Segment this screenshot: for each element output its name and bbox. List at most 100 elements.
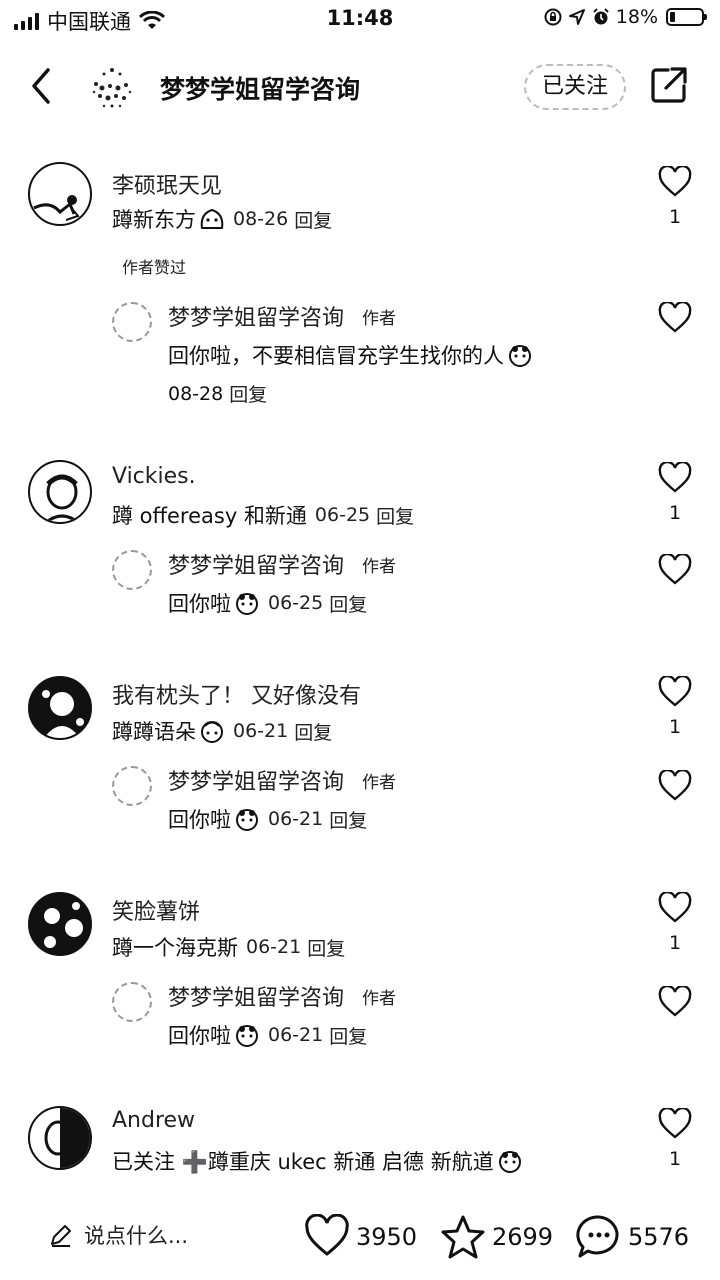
comment-date: 06-21 [246,936,302,958]
reply-username[interactable]: 梦梦学姐留学咨询 [168,548,344,580]
author-liked-badge: 作者赞过 [122,258,187,277]
avatar[interactable] [112,982,152,1022]
comment-username[interactable]: 笑脸薯饼 [112,894,200,926]
avatar[interactable] [28,676,92,740]
like-button[interactable]: 3950 [304,1214,417,1260]
like-icon[interactable] [658,676,692,708]
reply-date: 06-21 [268,1024,324,1046]
emoji-icon [498,1151,521,1173]
reply-header: 梦梦学姐留学咨询 作者 [168,548,396,580]
comment-username[interactable]: 我有枕头了！ 又好像没有 [112,678,361,710]
heart-icon [305,1214,349,1256]
reply-username[interactable]: 梦梦学姐留学咨询 [168,300,344,332]
reply-link[interactable]: 回复 [307,934,345,961]
emoji-icon [509,345,531,367]
battery-level [670,12,675,22]
battery-percent: 18% [615,6,658,28]
emoji-icon [236,809,258,831]
like-count-total: 3950 [356,1223,418,1251]
collect-count: 2699 [492,1223,554,1251]
reply-header: 梦梦学姐留学咨询 作者 [168,300,396,332]
status-bar: 中国联通 11:48 18% [0,0,720,38]
emoji-icon [200,208,224,229]
reply-link[interactable]: 回复 [329,590,367,617]
avatar[interactable] [28,1106,92,1170]
like-icon[interactable] [658,770,692,802]
comment-text: 蹲一个海克斯 06-21 回复 [112,932,345,962]
comment-text: 蹲新东方 08-26 回复 [112,204,332,234]
emoji-icon [201,721,223,743]
author-tag: 作者 [362,556,397,577]
author-tag: 作者 [362,772,397,793]
comment-input-placeholder: 说点什么... [84,1224,189,1248]
like-count: 1 [668,1148,682,1170]
author-tag: 作者 [362,988,397,1009]
share-icon[interactable] [650,66,688,104]
avatar[interactable] [28,892,92,956]
comment-date: 08-26 [233,208,289,230]
bottom-bar: 说点什么... 3950 2699 5576 [0,1200,720,1280]
avatar[interactable] [28,162,92,226]
like-icon[interactable] [658,166,692,198]
pencil-icon [51,1225,71,1247]
comment-bubble-icon [576,1215,619,1258]
like-icon[interactable] [658,986,692,1018]
comment-date: 06-21 [233,720,289,742]
reply-body: 回你啦 [168,808,231,832]
location-icon [568,9,585,25]
like-icon[interactable] [658,1108,692,1140]
follow-button[interactable]: 已关注 [524,64,626,110]
reply-text: 回你啦 06-21 回复 [168,804,367,834]
battery-icon [666,8,707,26]
like-icon[interactable] [658,554,692,586]
reply-username[interactable]: 梦梦学姐留学咨询 [168,980,344,1012]
reply-body: 回你啦 [168,592,231,616]
comment-text: 已关注 ➕蹲重庆 ukec 新通 启德 新航道 [112,1146,523,1176]
like-icon[interactable] [658,302,692,334]
emoji-icon [236,1025,258,1047]
collect-button[interactable]: 2699 [440,1214,553,1260]
emoji-icon [236,593,258,615]
reply-link[interactable]: 回复 [329,1022,367,1049]
header: 梦梦学姐留学咨询 已关注 [0,50,720,122]
avatar[interactable] [82,58,142,118]
comment-username[interactable]: 李硕珉天见 [112,168,222,200]
reply-text: 回你啦，不要相信冒充学生找你的人 [168,340,533,370]
reply-link[interactable]: 回复 [294,718,332,745]
like-count: 1 [668,716,682,738]
like-count: 1 [668,932,682,954]
reply-username[interactable]: 梦梦学姐留学咨询 [168,764,344,796]
reply-date: 06-21 [268,808,324,830]
avatar[interactable] [112,550,152,590]
reply-text: 回你啦 06-21 回复 [168,1020,367,1050]
reply-link[interactable]: 回复 [376,502,414,529]
status-right: 18% [544,6,707,28]
reply-header: 梦梦学姐留学咨询 作者 [168,764,396,796]
comment-count: 5576 [628,1223,690,1251]
like-icon[interactable] [658,892,692,924]
reply-link[interactable]: 回复 [294,206,332,233]
comment-username[interactable]: Andrew [112,1108,195,1133]
reply-text: 回你啦 06-25 回复 [168,588,367,618]
alarm-icon [593,8,609,25]
avatar[interactable] [112,766,152,806]
reply-link[interactable]: 回复 [229,380,267,407]
star-icon [441,1215,485,1259]
comment-body: 蹲新东方 [112,208,196,232]
back-icon[interactable] [26,64,56,108]
reply-date: 08-28 [168,382,224,405]
comment-body: 蹲一个海克斯 [112,936,238,960]
comment-body: 蹲蹲语朵 [112,720,196,744]
page-title: 梦梦学姐留学咨询 [160,75,361,104]
comment-button[interactable]: 5576 [576,1214,689,1260]
reply-body: 回你啦，不要相信冒充学生找你的人 [168,344,504,368]
reply-meta: 08-28 回复 [168,380,267,407]
comment-input[interactable]: 说点什么... [48,1220,188,1250]
avatar[interactable] [28,460,92,524]
avatar[interactable] [112,302,152,342]
comment-body: 已关注 ➕蹲重庆 ukec 新通 启德 新航道 [112,1150,494,1174]
like-count: 1 [668,206,682,228]
reply-link[interactable]: 回复 [329,806,367,833]
comment-username[interactable]: Vickies. [112,464,196,489]
like-icon[interactable] [658,462,692,494]
